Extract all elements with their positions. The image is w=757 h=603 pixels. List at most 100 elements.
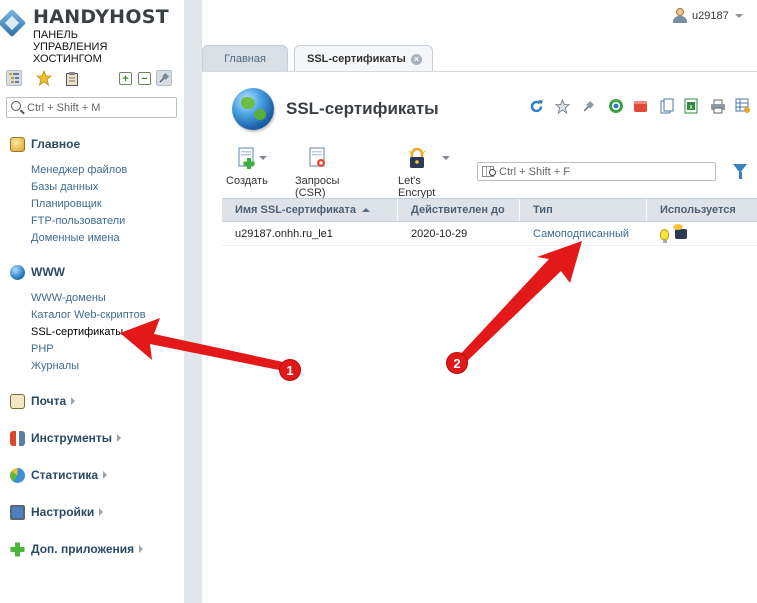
table-search[interactable] [477, 162, 716, 181]
plus-icon [10, 542, 25, 557]
nav-section-header[interactable]: Настройки [10, 504, 104, 520]
column-header-name[interactable]: Имя SSL-сертификата [222, 199, 398, 221]
expand-all-icon[interactable]: + [119, 72, 132, 85]
brand-subtitle-line: УПРАВЛЕНИЯ [33, 41, 108, 53]
sidebar-item-ssl-certificates[interactable]: SSL-сертификаты [31, 324, 146, 341]
nav-section-www: WWW WWW-домены Каталог Web-скриптов SSL-… [10, 264, 146, 375]
chevron-right-icon [139, 545, 144, 553]
sidebar-item-logs[interactable]: Журналы [31, 358, 146, 375]
lets-encrypt-label: Let's Encrypt [398, 175, 436, 199]
filter-icon[interactable] [733, 164, 747, 179]
column-header-type[interactable]: Тип [520, 199, 647, 221]
nav-section-header[interactable]: Почта [10, 393, 76, 409]
pie-chart-icon [10, 467, 25, 483]
sidebar-item-web-scripts[interactable]: Каталог Web-скриптов [31, 307, 146, 324]
nav-section-title: Почта [31, 394, 67, 408]
sidebar-toolbar: + − [6, 70, 180, 88]
sidebar-item-scheduler[interactable]: Планировщик [31, 196, 127, 213]
copy-document-icon[interactable] [659, 98, 675, 114]
chevron-right-icon [103, 471, 108, 479]
lets-encrypt-button[interactable]: Let's Encrypt [398, 147, 450, 199]
chevron-right-icon [117, 434, 122, 442]
chevron-down-icon [734, 13, 743, 18]
page-header: SSL-сертификаты [232, 88, 439, 130]
clipboard-icon[interactable] [64, 70, 80, 86]
pin-icon[interactable] [580, 98, 596, 114]
main-area: u29187 Главная SSL-сертификаты × SSL-сер… [202, 0, 757, 603]
logo-icon [0, 8, 27, 38]
add-document-icon [236, 147, 267, 169]
sidebar-item-www-domains[interactable]: WWW-домены [31, 290, 146, 307]
help-globe-icon[interactable] [608, 98, 624, 114]
sidebar-item-php[interactable]: PHP [31, 341, 146, 358]
column-header-valid-until[interactable]: Действителен до [398, 199, 520, 221]
nav-section-header[interactable]: Статистика [10, 467, 108, 483]
brand-subtitle-line: ПАНЕЛЬ [33, 29, 78, 41]
star-icon[interactable] [554, 98, 570, 114]
nav-section-tools: Инструменты [10, 430, 122, 446]
sidebar-search-input[interactable] [27, 100, 175, 115]
sidebar-item-ftp-users[interactable]: FTP-пользователи [31, 213, 127, 230]
create-button[interactable]: Создать [226, 147, 268, 187]
svg-text:x: x [689, 104, 693, 111]
lightbulb-icon [660, 229, 669, 243]
logo[interactable]: HANDYHOST ПАНЕЛЬ УПРАВЛЕНИЯ ХОСТИНГОМ [0, 4, 184, 66]
csr-requests-button[interactable]: Запросы (CSR) [295, 147, 339, 199]
tree-view-icon[interactable] [6, 70, 22, 86]
nav-section-extra-apps: Доп. приложения [10, 541, 144, 557]
column-header-used[interactable]: Используется [647, 199, 757, 221]
sidebar-item-file-manager[interactable]: Менеджер файлов [31, 162, 127, 179]
refresh-icon[interactable] [528, 98, 544, 114]
chevron-right-icon [99, 508, 104, 516]
table-row[interactable]: u29187.onhh.ru_le1 2020-10-29 Самоподпис… [222, 222, 757, 246]
cell-valid-until: 2020-10-29 [411, 228, 468, 240]
sidebar-item-databases[interactable]: Базы данных [31, 179, 127, 196]
nav-section-header[interactable]: Доп. приложения [10, 541, 144, 557]
home-icon [10, 136, 25, 152]
cell-used [647, 222, 757, 246]
pin-icon[interactable] [156, 70, 172, 86]
collapse-all-icon[interactable]: − [138, 72, 151, 85]
nav-section-settings: Настройки [10, 504, 104, 520]
sidebar-splitter[interactable] [184, 0, 202, 603]
nav-section-header[interactable]: Главное [10, 136, 127, 152]
user-menu[interactable]: u29187 [673, 8, 743, 23]
chevron-down-icon [441, 156, 450, 160]
sidebar-search[interactable] [6, 97, 177, 118]
user-name: u29187 [692, 9, 729, 22]
nav-section-statistics: Статистика [10, 467, 108, 483]
content-panel [202, 71, 757, 603]
tools-icon [10, 430, 25, 446]
mail-icon [10, 393, 25, 409]
nav-section-title: Статистика [31, 468, 99, 482]
nav-section-header[interactable]: Инструменты [10, 430, 122, 446]
print-icon[interactable] [710, 98, 726, 114]
tab-home[interactable]: Главная [202, 45, 288, 72]
sort-ascending-icon [362, 208, 371, 212]
search-icon [489, 169, 496, 176]
red-block-icon[interactable] [632, 98, 648, 114]
sidebar-item-domain-names[interactable]: Доменные имена [31, 230, 127, 247]
annotation-badge-1: 1 [279, 359, 301, 381]
csr-requests-label: Запросы (CSR) [295, 175, 340, 199]
lock-icon [406, 147, 450, 169]
cell-type[interactable]: Самоподписанный [520, 222, 647, 246]
excel-export-icon[interactable]: x [683, 98, 699, 114]
favorites-star-icon[interactable] [36, 70, 52, 86]
column-title: Тип [533, 204, 553, 216]
column-title: Действителен до [411, 204, 505, 216]
close-icon[interactable]: × [411, 54, 422, 65]
tab-strip: Главная SSL-сертификаты × [202, 43, 757, 72]
table-settings-icon[interactable] [735, 98, 751, 114]
user-icon [673, 8, 687, 23]
nav-section-main: Главное Менеджер файлов Базы данных План… [10, 136, 127, 247]
tab-label: Главная [224, 53, 266, 65]
brand-subtitle: ПАНЕЛЬ УПРАВЛЕНИЯ ХОСТИНГОМ [33, 29, 107, 65]
certificates-table: Имя SSL-сертификата Действителен до Тип … [222, 198, 757, 246]
nav-section-header[interactable]: WWW [10, 264, 146, 280]
cell-name: u29187.onhh.ru_le1 [235, 228, 333, 240]
column-title: Используется [660, 204, 736, 216]
tab-ssl-certificates[interactable]: SSL-сертификаты × [294, 45, 433, 72]
table-search-input[interactable] [499, 164, 713, 179]
csr-document-icon [306, 147, 328, 169]
